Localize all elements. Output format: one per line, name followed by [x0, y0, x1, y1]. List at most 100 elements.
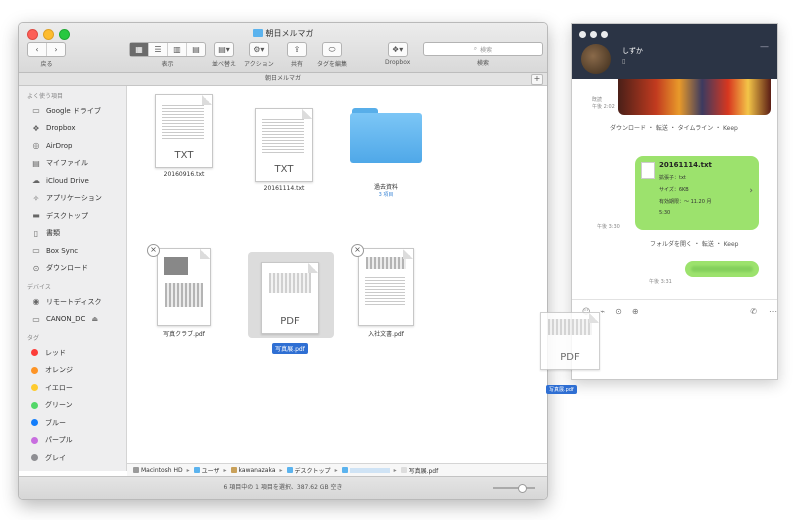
- more-icon[interactable]: ⋯: [769, 307, 777, 316]
- airdrop-icon: ◎: [32, 141, 40, 151]
- documents-icon: ▯: [33, 228, 39, 238]
- chat-minimize-button[interactable]: [590, 31, 597, 38]
- chevron-right-icon: ›: [749, 186, 753, 196]
- txt-document-icon: TXT: [255, 108, 313, 182]
- sidebar-tag-yellow[interactable]: イエロー: [19, 379, 126, 397]
- status-bar: 6 項目中の 1 項目を選択、387.62 GB 空き: [19, 476, 547, 499]
- arrange-group: ▤▾ 並べ替え: [212, 42, 236, 68]
- sidebar-item-dropbox[interactable]: ❖ Dropbox: [19, 120, 126, 138]
- sidebar-item-canon-dc[interactable]: ▭ CANON_DC ⏏: [19, 311, 126, 329]
- sidebar-tag-green[interactable]: グリーン: [19, 397, 126, 415]
- disc-icon: ◉: [32, 297, 40, 307]
- file-icon: [641, 162, 655, 179]
- forward-button[interactable]: ›: [47, 43, 65, 56]
- keep-icon[interactable]: ⊕: [632, 307, 639, 316]
- file-actions[interactable]: フォルダを開く ・ 転送 ・ Keep: [650, 239, 738, 248]
- sidebar-item-airdrop[interactable]: ◎ AirDrop: [19, 137, 126, 155]
- folder-icon: [252, 29, 263, 37]
- pdf-document-icon: [358, 248, 414, 326]
- search-group: ⌕ 検索 検索: [423, 42, 543, 67]
- photo-actions[interactable]: ダウンロード ・ 転送 ・ タイムライン ・ Keep: [610, 123, 738, 132]
- file-item[interactable]: TXT 20161114.txt: [239, 108, 329, 192]
- phone-icon[interactable]: ✆: [750, 307, 757, 316]
- dropbox-label: Dropbox: [385, 59, 411, 66]
- screenshot-icon[interactable]: ⊙: [615, 307, 622, 316]
- new-tab-button[interactable]: +: [531, 74, 543, 85]
- chat-zoom-button[interactable]: [601, 31, 608, 38]
- sidebar-item-desktop[interactable]: ▬ デスクトップ: [19, 207, 126, 225]
- tags-header: タグ: [27, 335, 40, 342]
- crumb-folder[interactable]: ▸: [341, 467, 401, 474]
- list-view-button[interactable]: ☰: [149, 43, 168, 56]
- pdf-icon: [400, 467, 407, 473]
- tag-dot-icon: [31, 384, 38, 392]
- menu-icon[interactable]: —: [760, 42, 769, 52]
- crumb-macintosh-hd[interactable]: Macintosh HD ▸: [133, 467, 194, 474]
- crumb-desktop[interactable]: デスクトップ ▸: [286, 466, 342, 475]
- view-label: 表示: [161, 61, 174, 68]
- sidebar-tag-red[interactable]: レッド: [19, 344, 126, 362]
- pdf-document-icon: PDF: [540, 312, 600, 370]
- file-item-selected[interactable]: PDF 写真展.pdf: [245, 262, 335, 354]
- dropbox-group: ❖▾ Dropbox: [385, 42, 410, 66]
- share-icon: ⇪: [293, 45, 301, 54]
- crumb-home[interactable]: kawanazaka ▸: [230, 467, 287, 474]
- sidebar-item-box-sync[interactable]: ▭ Box Sync: [19, 242, 126, 260]
- column-view-button[interactable]: ▥: [168, 43, 187, 56]
- close-icon[interactable]: ×: [147, 244, 160, 257]
- coverflow-view-button[interactable]: ▤: [187, 43, 205, 56]
- sidebar-item-applications[interactable]: ✧ アプリケーション: [19, 190, 126, 208]
- crumb-users[interactable]: ユーザ ▸: [193, 466, 231, 475]
- share-label: 共有: [290, 61, 303, 68]
- sidebar-tag-purple[interactable]: パープル: [19, 432, 126, 450]
- drive-icon: ▭: [32, 106, 40, 116]
- sidebar-item-myfiles[interactable]: ▤ マイファイル: [19, 155, 126, 173]
- file-item[interactable]: 過去資料 3 項目: [341, 106, 431, 198]
- share-group: ⇪ 共有: [287, 42, 307, 68]
- arrange-button[interactable]: ▤▾: [215, 43, 233, 56]
- sidebar-item-icloud[interactable]: ☁ iCloud Drive: [19, 172, 126, 190]
- sidebar-tag-blue[interactable]: ブルー: [19, 414, 126, 432]
- icon-size-slider[interactable]: [493, 484, 535, 493]
- dropbox-icon: ❖: [32, 123, 40, 133]
- back-forward-group: ‹ › 戻る: [27, 42, 66, 68]
- sidebar-item-downloads[interactable]: ⊙ ダウンロード: [19, 260, 126, 278]
- tag-dot-icon: [31, 349, 38, 357]
- file-item[interactable]: TXT 20160916.txt: [139, 94, 229, 178]
- eject-icon[interactable]: ⏏: [91, 315, 98, 323]
- tag-icon: ⬭: [328, 44, 336, 54]
- crumb-file[interactable]: 写真展.pdf: [400, 466, 438, 475]
- contact-name: しずか: [622, 47, 643, 55]
- dropbox-button[interactable]: ❖▾: [389, 43, 407, 56]
- sidebar-tag-gray[interactable]: グレイ: [19, 449, 126, 467]
- file-item[interactable]: × 写真クラブ.pdf: [139, 244, 229, 338]
- sidebar-tag-orange[interactable]: オレンジ: [19, 362, 126, 380]
- dragged-file[interactable]: PDF: [530, 308, 606, 372]
- notes-icon[interactable]: ▯: [622, 58, 625, 65]
- file-item[interactable]: × 入社文書.pdf: [341, 244, 431, 338]
- sidebar-item-documents[interactable]: ▯ 書類: [19, 225, 126, 243]
- action-button[interactable]: ⚙▾: [250, 43, 268, 56]
- slider-knob[interactable]: [518, 484, 527, 493]
- tag-button[interactable]: ⬭: [323, 43, 341, 56]
- chat-close-button[interactable]: [579, 31, 586, 38]
- share-button[interactable]: ⇪: [288, 43, 306, 56]
- download-icon: ⊙: [32, 263, 40, 273]
- tag-label: タグを編集: [317, 61, 348, 68]
- path-header: 朝日メルマガ +: [19, 73, 547, 86]
- file-message-bubble[interactable]: 20161114.txt 拡張子：txt サイズ：6KB 有効期限：〜 11.2…: [635, 156, 759, 230]
- sidebar-item-google-drive[interactable]: ▭ Google ドライブ: [19, 102, 126, 120]
- arrange-icon: ▤▾: [218, 45, 230, 54]
- close-icon[interactable]: ×: [351, 244, 364, 257]
- tag-dot-icon: [31, 401, 38, 409]
- pdf-document-icon: [157, 248, 211, 326]
- sidebar-item-remote-disc[interactable]: ◉ リモートディスク: [19, 293, 126, 311]
- avatar[interactable]: [581, 44, 611, 74]
- sidebar: よく使う項目 ▭ Google ドライブ ❖ Dropbox ◎ AirDrop ▤ マ…: [19, 86, 127, 471]
- search-input[interactable]: ⌕ 検索: [423, 42, 543, 56]
- photo-message[interactable]: [618, 79, 771, 115]
- text-message-bubble[interactable]: [685, 261, 759, 277]
- back-button[interactable]: ‹: [28, 43, 47, 56]
- icon-view-button[interactable]: ▦: [130, 43, 149, 56]
- chat-window-controls: [579, 31, 608, 38]
